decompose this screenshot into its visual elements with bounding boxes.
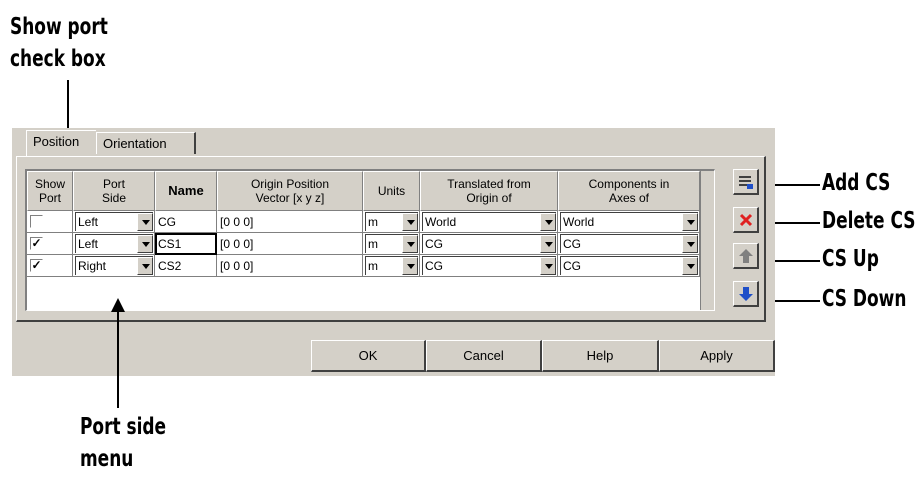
chevron-down-icon[interactable] — [540, 257, 556, 275]
components-cell: World — [558, 211, 700, 233]
port-side-cell: Right — [73, 255, 155, 277]
cs-down-button[interactable] — [733, 281, 759, 307]
header-translated-from: Translated from Origin of — [420, 171, 558, 211]
move-down-icon — [738, 286, 753, 301]
port-side-dropdown[interactable]: Left — [75, 234, 153, 253]
callout-line-add-cs — [772, 184, 820, 186]
units-cell: m — [363, 211, 420, 233]
callout-line-cs-down — [772, 300, 820, 302]
show-port-checkbox[interactable]: ✓ — [30, 259, 43, 272]
show-port-checkbox[interactable]: ✓ — [30, 237, 43, 250]
translated-cell: CG — [420, 233, 558, 255]
chevron-down-icon[interactable] — [137, 213, 153, 231]
ok-button[interactable]: OK — [311, 340, 426, 372]
port-side-cell: Left — [73, 211, 155, 233]
show-port-cell: ✓ — [27, 255, 73, 277]
units-dropdown[interactable]: m — [365, 234, 418, 253]
units-dropdown[interactable]: m — [365, 212, 418, 231]
callout-show-port-line1: Show port — [10, 14, 108, 40]
table-scroll-strip[interactable] — [700, 171, 714, 310]
cs-up-button[interactable] — [733, 243, 759, 269]
translated-from-dropdown[interactable]: CG — [422, 234, 556, 253]
chevron-down-icon[interactable] — [402, 257, 418, 275]
chevron-down-icon[interactable] — [540, 213, 556, 231]
origin-cell[interactable]: [0 0 0] — [217, 211, 363, 233]
chevron-down-icon[interactable] — [137, 257, 153, 275]
header-port-side: Port Side — [73, 171, 155, 211]
tab-position[interactable]: Position — [26, 130, 96, 156]
chevron-down-icon[interactable] — [540, 235, 556, 253]
header-components-in: Components in Axes of — [558, 171, 700, 211]
units-dropdown[interactable]: m — [365, 256, 418, 275]
translated-from-dropdown[interactable]: CG — [422, 256, 556, 275]
components-cell: CG — [558, 255, 700, 277]
cancel-button[interactable]: Cancel — [426, 340, 542, 372]
help-button[interactable]: Help — [542, 340, 659, 372]
callout-line-cs-up — [772, 260, 820, 262]
units-cell: m — [363, 255, 420, 277]
add-cs-button[interactable] — [733, 169, 759, 195]
callout-cs-up: CS Up — [822, 246, 879, 272]
port-side-cell: Left — [73, 233, 155, 255]
chevron-down-icon[interactable] — [402, 235, 418, 253]
origin-cell[interactable]: [0 0 0] — [217, 255, 363, 277]
show-port-cell: ✓ — [27, 233, 73, 255]
show-port-cell — [27, 211, 73, 233]
header-name: Name — [155, 171, 217, 211]
move-up-icon — [738, 248, 753, 263]
chevron-down-icon[interactable] — [402, 213, 418, 231]
chevron-down-icon[interactable] — [682, 213, 698, 231]
header-show-port: Show Port — [27, 171, 73, 211]
name-cell[interactable]: CS2 — [155, 255, 217, 277]
units-cell: m — [363, 233, 420, 255]
components-cell: CG — [558, 233, 700, 255]
delete-cs-icon — [739, 213, 752, 226]
callout-add-cs: Add CS — [822, 170, 891, 196]
translated-cell: World — [420, 211, 558, 233]
port-side-dropdown[interactable]: Left — [75, 212, 153, 231]
callout-port-side-line1: Port side — [80, 414, 167, 440]
port-side-dropdown[interactable]: Right — [75, 256, 153, 275]
body-coordinate-dialog: Position Orientation Show Port Port Side N… — [12, 128, 775, 376]
callout-line-delete-cs — [772, 222, 820, 224]
add-cs-icon — [738, 175, 753, 189]
chevron-down-icon[interactable] — [682, 235, 698, 253]
translated-cell: CG — [420, 255, 558, 277]
tab-orientation[interactable]: Orientation — [96, 132, 196, 154]
header-origin-position: Origin Position Vector [x y z] — [217, 171, 363, 211]
name-cell[interactable]: CS1 — [155, 233, 217, 255]
apply-button[interactable]: Apply — [659, 340, 775, 372]
callout-delete-cs: Delete CS — [822, 208, 916, 234]
translated-from-dropdown[interactable]: World — [422, 212, 556, 231]
callout-line-port-side — [117, 310, 119, 408]
header-units: Units — [363, 171, 420, 211]
chevron-down-icon[interactable] — [137, 235, 153, 253]
origin-cell[interactable]: [0 0 0] — [217, 233, 363, 255]
callout-cs-down: CS Down — [822, 286, 907, 312]
delete-cs-button[interactable] — [733, 207, 759, 233]
callout-port-side-line2: menu — [80, 446, 134, 472]
show-port-checkbox[interactable] — [30, 215, 43, 228]
coordinate-system-table: Show Port Port Side Name Origin Position Ve… — [25, 169, 715, 311]
position-panel: Show Port Port Side Name Origin Position Ve… — [16, 156, 766, 322]
name-cell[interactable]: CG — [155, 211, 217, 233]
components-in-dropdown[interactable]: CG — [560, 234, 698, 253]
components-in-dropdown[interactable]: CG — [560, 256, 698, 275]
callout-show-port-line2: check box — [10, 46, 106, 72]
chevron-down-icon[interactable] — [682, 257, 698, 275]
components-in-dropdown[interactable]: World — [560, 212, 698, 231]
